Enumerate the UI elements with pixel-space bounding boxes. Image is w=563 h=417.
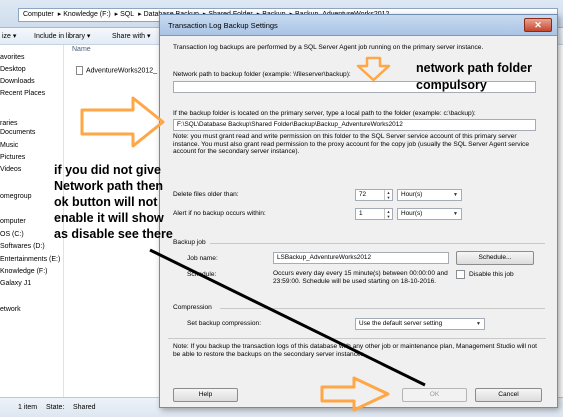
spinner-arrows-icon[interactable]: ▲ ▼ <box>384 209 392 219</box>
nav-item[interactable]: Desktop <box>0 66 26 73</box>
schedule-description: Occurs every day every 15 minute(s) betw… <box>273 270 448 285</box>
chevron-down-icon: ▼ <box>453 211 458 217</box>
chevron-down-icon: ▼ <box>476 321 481 327</box>
intro-text: Transaction log backups are performed by… <box>173 44 484 51</box>
nav-item[interactable]: Entertainments (E:) <box>0 256 60 263</box>
restore-note: Note: If you backup the transaction logs… <box>173 343 537 358</box>
nav-item[interactable]: Softwares (D:) <box>0 243 45 250</box>
disable-job-checkbox[interactable] <box>456 270 465 279</box>
delete-unit-value: Hour(s) <box>401 191 423 198</box>
nav-item[interactable]: Documents <box>0 129 35 136</box>
delete-files-label: Delete files older than: <box>173 191 239 198</box>
permission-note: Note: you must grant read and write perm… <box>173 133 530 156</box>
file-icon <box>76 66 83 75</box>
nav-item[interactable]: raries <box>0 120 18 127</box>
schedule-label: Schedule: <box>187 271 217 278</box>
breadcrumb-item[interactable]: Knowledge (F:) <box>63 11 110 18</box>
state-label: State: <box>46 404 65 411</box>
alert-spinner[interactable]: 1 ▲ ▼ <box>355 208 393 220</box>
ok-button[interactable]: OK <box>402 388 467 402</box>
dialog-titlebar[interactable]: Transaction Log Backup Settings ✕ <box>160 15 557 36</box>
compression-value: Use the default server setting <box>359 320 443 327</box>
shared-status: Shared <box>73 404 96 411</box>
nav-item[interactable]: Galaxy J1 <box>0 280 31 287</box>
alert-unit-value: Hour(s) <box>401 210 423 217</box>
nav-item[interactable]: Downloads <box>0 78 35 85</box>
dialog-title: Transaction Log Backup Settings <box>168 21 278 30</box>
close-button[interactable]: ✕ <box>524 18 552 32</box>
include-in-library-menu[interactable]: Include in library ▾ <box>34 32 90 40</box>
section-divider <box>210 243 545 244</box>
set-compression-label: Set backup compression: <box>187 320 262 327</box>
chevron-down-icon: ▼ <box>453 192 458 198</box>
compression-section-label: Compression <box>173 304 212 311</box>
spinner-arrows-icon[interactable]: ▲ ▼ <box>384 190 392 200</box>
nav-item[interactable]: avorites <box>0 54 25 61</box>
job-name-input[interactable]: LSBackup_AdventureWorks2012 <box>273 252 449 264</box>
nav-item[interactable]: Knowledge (F:) <box>0 268 47 275</box>
organize-menu[interactable]: ize ▾ <box>2 32 16 40</box>
network-path-label: Network path to backup folder (example: … <box>173 71 351 78</box>
column-header-name[interactable]: Name <box>72 46 162 58</box>
nav-item[interactable]: Recent Places <box>0 90 45 97</box>
share-with-menu[interactable]: Share with ▾ <box>112 32 151 40</box>
nav-item[interactable]: etwork <box>0 306 21 313</box>
nav-item[interactable]: omputer <box>0 218 26 225</box>
breadcrumb-item[interactable]: SQL <box>120 11 134 18</box>
delete-files-value: 72 <box>359 191 367 198</box>
nav-item[interactable]: Pictures <box>0 154 25 161</box>
alert-value: 1 <box>359 210 363 217</box>
nav-item[interactable]: Videos <box>0 166 21 173</box>
disable-job-label: Disable this job <box>469 271 514 278</box>
file-item[interactable]: AdventureWorks2012_ <box>76 66 157 75</box>
cancel-button[interactable]: Cancel <box>475 388 542 402</box>
breadcrumb-item[interactable]: Computer <box>23 11 54 18</box>
annotation-ok-disabled-note: if you did not give Network path then ok… <box>54 163 173 241</box>
job-name-label: Job name: <box>187 255 218 262</box>
section-divider <box>220 308 545 309</box>
nav-item[interactable]: omegroup <box>0 193 32 200</box>
nav-item[interactable]: OS (C:) <box>0 231 24 238</box>
compression-select[interactable]: Use the default server setting ▼ <box>355 318 485 330</box>
schedule-button[interactable]: Schedule... <box>456 251 534 265</box>
local-path-input[interactable]: F:\SQL\Database Backup\Shared Folder\Bac… <box>173 119 536 131</box>
nav-item[interactable]: Music <box>0 142 18 149</box>
help-button[interactable]: Help <box>173 388 238 402</box>
delete-files-spinner[interactable]: 72 ▲ ▼ <box>355 189 393 201</box>
delete-files-unit-select[interactable]: Hour(s) ▼ <box>397 189 462 201</box>
section-divider <box>168 338 546 339</box>
local-path-label: If the backup folder is located on the p… <box>173 110 476 117</box>
item-count: 1 item <box>18 404 38 411</box>
alert-unit-select[interactable]: Hour(s) ▼ <box>397 208 462 220</box>
annotation-network-compulsory: network path folder compulsory <box>416 61 532 92</box>
alert-label: Alert if no backup occurs within: <box>173 210 266 217</box>
file-name: AdventureWorks2012_ <box>86 67 158 75</box>
